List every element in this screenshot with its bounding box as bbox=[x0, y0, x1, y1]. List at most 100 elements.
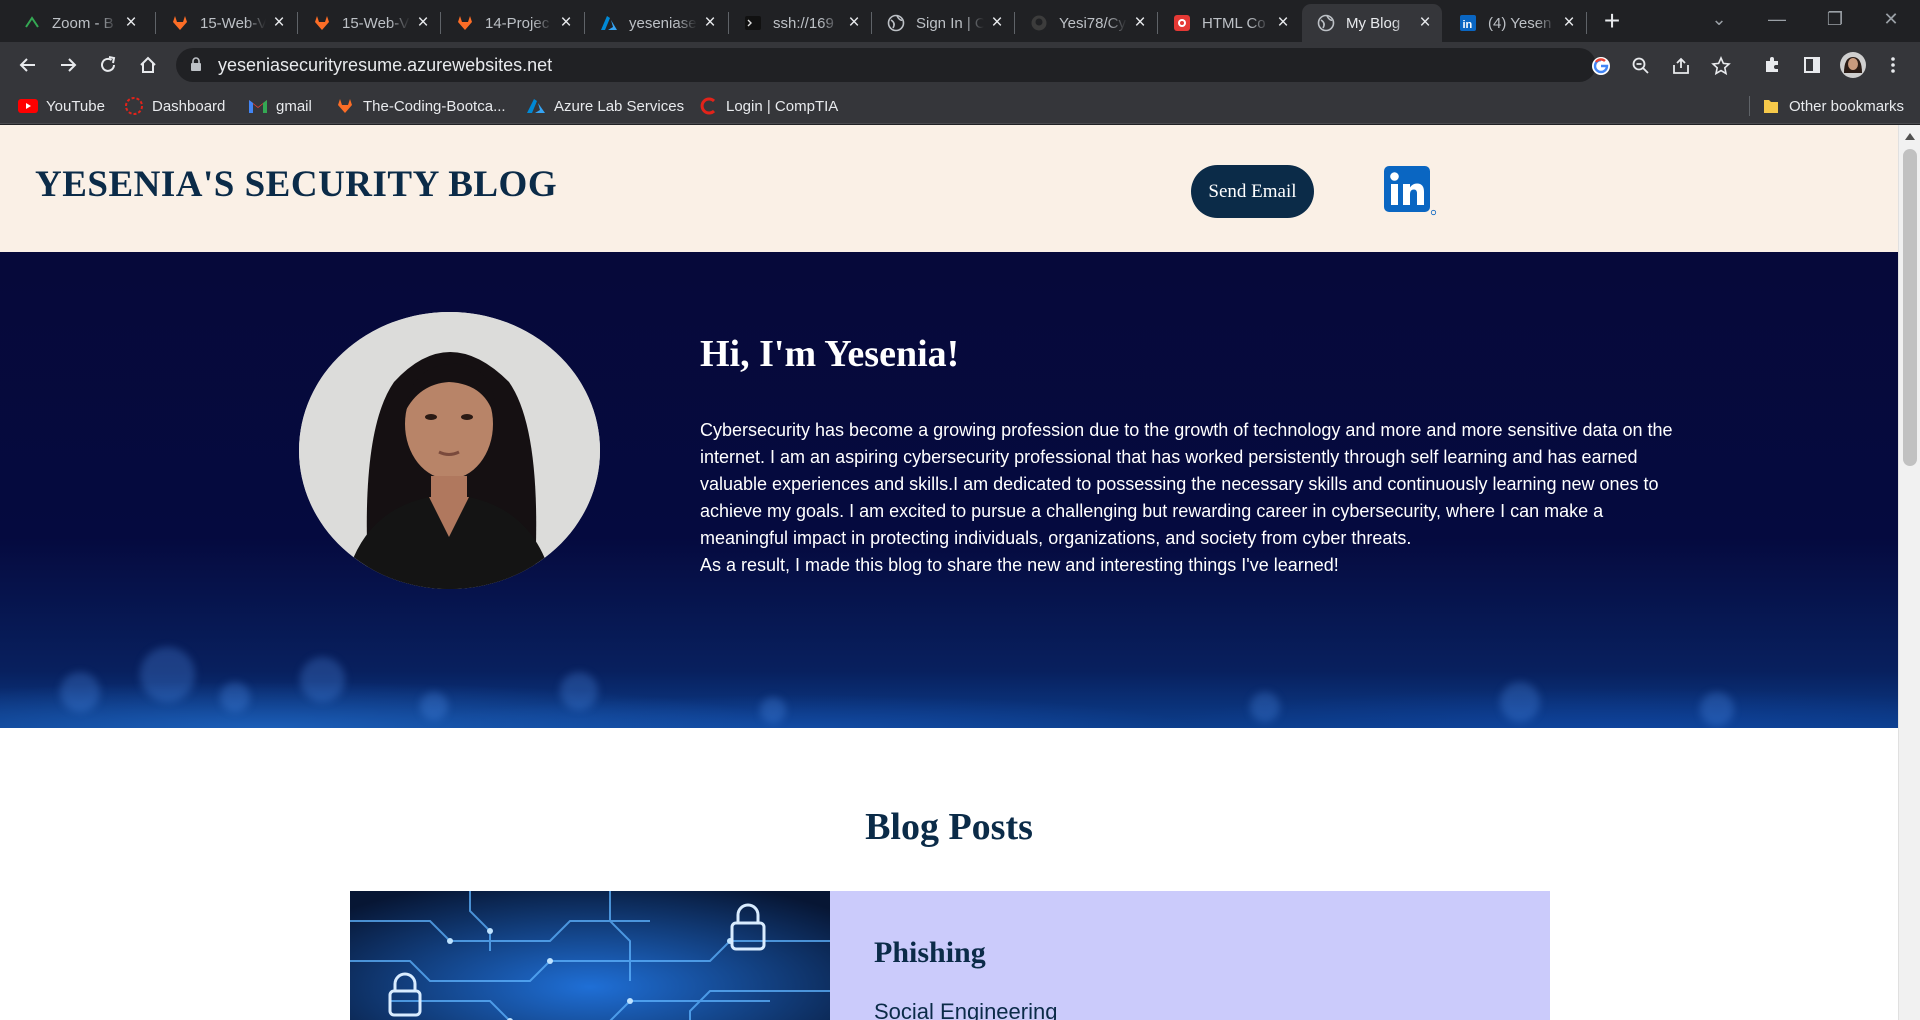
tab-title: 15-Web-V bbox=[200, 14, 266, 32]
bookmark-youtube[interactable]: YouTube bbox=[18, 94, 105, 118]
blog-post-card[interactable]: Phishing Social Engineering bbox=[350, 891, 1550, 1020]
more-vert-icon bbox=[1891, 57, 1895, 73]
tab-title: My Blog bbox=[1346, 14, 1401, 32]
github-icon bbox=[1029, 13, 1049, 33]
close-tab-icon[interactable]: × bbox=[557, 12, 575, 33]
close-tab-icon[interactable]: × bbox=[414, 12, 432, 33]
bookmark-comptia[interactable]: Login | CompTIA bbox=[698, 94, 838, 118]
forward-arrow-icon bbox=[61, 58, 77, 72]
side-panel-icon bbox=[1804, 57, 1820, 73]
bookmark-coding-bootcamp[interactable]: The-Coding-Bootca... bbox=[335, 94, 506, 118]
post-body: Phishing Social Engineering bbox=[830, 891, 1550, 1020]
gitlab-icon bbox=[170, 13, 190, 33]
close-window-button[interactable]: ✕ bbox=[1862, 0, 1920, 38]
post-thumbnail bbox=[350, 891, 830, 1020]
tab-github[interactable]: Yesi78/Cy × bbox=[1015, 4, 1157, 42]
scroll-up-arrow-icon[interactable] bbox=[1905, 133, 1915, 140]
tab-zoom[interactable]: Zoom - B × bbox=[8, 4, 148, 42]
tab-title: 14-Projec bbox=[485, 14, 550, 32]
tab-title: HTML Co bbox=[1202, 14, 1266, 32]
minimize-button[interactable]: — bbox=[1748, 0, 1806, 38]
gmail-icon bbox=[248, 96, 268, 116]
close-tab-icon[interactable]: × bbox=[1560, 12, 1578, 33]
page-scrollbar[interactable] bbox=[1898, 125, 1920, 1020]
post-category: Social Engineering bbox=[874, 999, 1058, 1020]
gitlab-icon bbox=[312, 13, 332, 33]
hero-closing-paragraph: As a result, I made this blog to share t… bbox=[700, 555, 1339, 575]
profile-avatar[interactable] bbox=[1838, 50, 1868, 80]
zoom-icon bbox=[22, 13, 42, 33]
profile-photo bbox=[299, 312, 600, 589]
record-icon bbox=[1172, 13, 1192, 33]
tab-strip: Zoom - B × 15-Web-V × 15-Web-V × 14-Proj… bbox=[0, 0, 1920, 42]
puzzle-icon bbox=[1766, 57, 1778, 72]
tab-gitlab-3[interactable]: 14-Projec × bbox=[441, 4, 583, 42]
post-title[interactable]: Phishing bbox=[874, 936, 986, 970]
hero-section: Hi, I'm Yesenia! Cybersecurity has becom… bbox=[0, 252, 1898, 728]
close-tab-icon[interactable]: × bbox=[988, 12, 1006, 33]
bookmark-star-icon[interactable] bbox=[1710, 55, 1732, 77]
lock-icon bbox=[190, 57, 202, 77]
reload-button[interactable] bbox=[93, 50, 123, 80]
svg-text:in: in bbox=[1463, 19, 1473, 31]
globe-icon bbox=[1316, 13, 1336, 33]
close-tab-icon[interactable]: × bbox=[1131, 12, 1149, 33]
bookmarks-bar: YouTube Dashboard gmail The-Coding-Bootc… bbox=[0, 88, 1920, 124]
youtube-icon bbox=[18, 96, 38, 116]
home-icon bbox=[140, 56, 156, 73]
url-text: yeseniasecurityresume.azurewebsites.net bbox=[218, 55, 553, 75]
share-icon[interactable] bbox=[1670, 55, 1692, 77]
tab-linkedin[interactable]: in (4) Yesen × bbox=[1444, 4, 1586, 42]
tab-title: Yesi78/Cy bbox=[1059, 14, 1126, 32]
side-panel-button[interactable] bbox=[1797, 50, 1827, 80]
hero-intro-paragraph: Cybersecurity has become a growing profe… bbox=[700, 420, 1673, 548]
tab-title: 15-Web-V bbox=[342, 14, 410, 32]
browser-toolbar: yeseniasecurityresume.azurewebsites.net bbox=[0, 42, 1920, 88]
bookmark-dashboard[interactable]: Dashboard bbox=[124, 94, 225, 118]
tab-search-icon[interactable]: ⌄ bbox=[1690, 0, 1748, 38]
dashboard-icon bbox=[124, 96, 144, 116]
forward-button[interactable] bbox=[53, 50, 83, 80]
tab-sign-in[interactable]: Sign In | C × bbox=[872, 4, 1014, 42]
tab-my-blog[interactable]: My Blog × bbox=[1302, 4, 1442, 42]
google-icon[interactable] bbox=[1590, 55, 1612, 77]
tab-title: Zoom - B bbox=[52, 14, 114, 32]
restore-button[interactable]: ❐ bbox=[1806, 0, 1864, 38]
linkedin-icon: in bbox=[1458, 13, 1478, 33]
azure-icon bbox=[526, 96, 546, 116]
close-tab-icon[interactable]: × bbox=[845, 12, 863, 33]
tab-azure[interactable]: yeseniase × bbox=[585, 4, 727, 42]
close-tab-icon[interactable]: × bbox=[270, 12, 288, 33]
bookmark-azure-lab[interactable]: Azure Lab Services bbox=[526, 94, 684, 118]
zoom-icon[interactable] bbox=[1630, 55, 1652, 77]
linkedin-icon[interactable] bbox=[1383, 165, 1437, 217]
blog-posts-heading: Blog Posts bbox=[865, 806, 1033, 848]
comptia-icon bbox=[698, 96, 718, 116]
terminal-icon bbox=[743, 13, 763, 33]
back-button[interactable] bbox=[13, 50, 43, 80]
close-tab-icon[interactable]: × bbox=[122, 12, 140, 33]
folder-icon bbox=[1761, 96, 1781, 116]
address-bar[interactable]: yeseniasecurityresume.azurewebsites.net bbox=[176, 48, 1731, 82]
close-tab-icon[interactable]: × bbox=[1416, 12, 1434, 33]
close-tab-icon[interactable]: × bbox=[1274, 12, 1292, 33]
tab-gitlab-1[interactable]: 15-Web-V × bbox=[156, 4, 296, 42]
tab-title: ssh://169 bbox=[773, 14, 834, 32]
home-button[interactable] bbox=[133, 50, 163, 80]
tab-gitlab-2[interactable]: 15-Web-V × bbox=[298, 4, 440, 42]
other-bookmarks[interactable]: Other bookmarks bbox=[1761, 94, 1904, 118]
back-arrow-icon bbox=[19, 58, 35, 72]
send-email-button[interactable]: Send Email bbox=[1191, 165, 1314, 218]
reload-icon bbox=[101, 56, 116, 72]
close-tab-icon[interactable]: × bbox=[701, 12, 719, 33]
tab-html-course[interactable]: HTML Co × bbox=[1158, 4, 1300, 42]
scroll-thumb[interactable] bbox=[1903, 149, 1917, 466]
menu-button[interactable] bbox=[1878, 50, 1908, 80]
site-title: YESENIA'S SECURITY BLOG bbox=[35, 164, 558, 205]
tab-ssh[interactable]: ssh://169 × bbox=[729, 4, 871, 42]
extensions-button[interactable] bbox=[1757, 50, 1787, 80]
new-tab-button[interactable]: + bbox=[1597, 7, 1627, 37]
site-header: YESENIA'S SECURITY BLOG Send Email bbox=[0, 125, 1898, 252]
page-viewport: YESENIA'S SECURITY BLOG Send Email Hi, I… bbox=[0, 125, 1898, 1020]
bookmark-gmail[interactable]: gmail bbox=[248, 94, 312, 118]
